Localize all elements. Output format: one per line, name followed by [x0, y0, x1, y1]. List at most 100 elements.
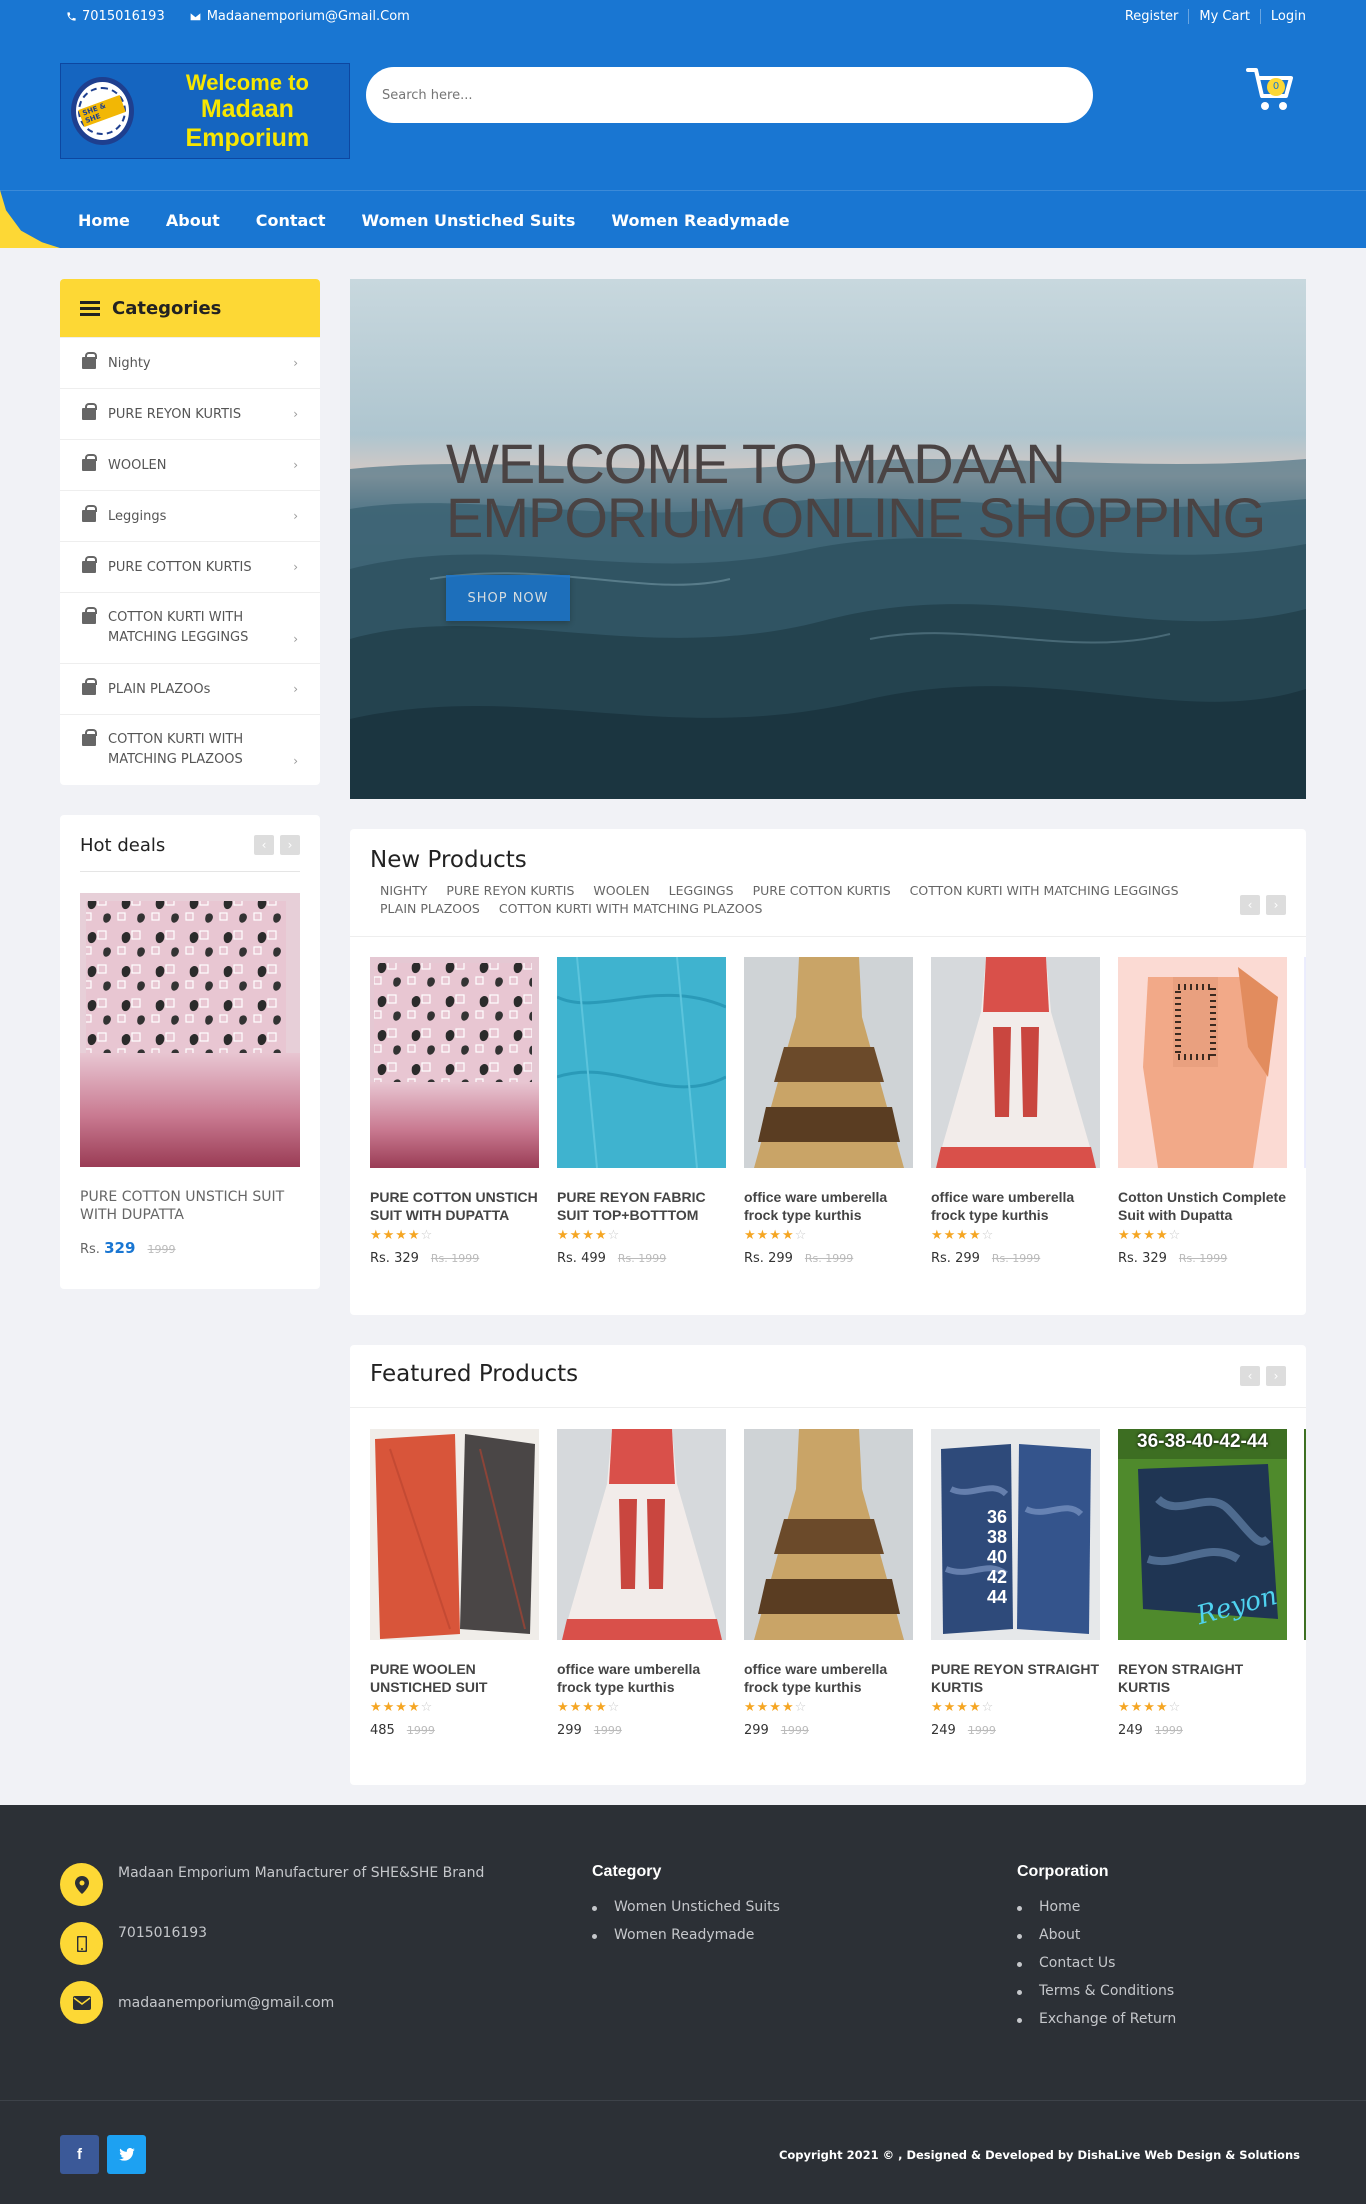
product-price: Rs. 299 Rs. 1999: [931, 1251, 1100, 1266]
tab-pure-reyon-kurtis[interactable]: PURE REYON KURTIS: [446, 882, 574, 900]
product-image[interactable]: [744, 957, 913, 1168]
product-name[interactable]: office ware umberella frock type kurthis: [557, 1660, 726, 1696]
footer-link-about[interactable]: About: [1017, 1927, 1176, 1943]
shopping-bag-icon: [82, 352, 97, 369]
next-arrow-icon[interactable]: ›: [280, 835, 300, 855]
copyright-text: Copyright 2021 © , Designed & Developed …: [778, 2148, 1300, 2162]
prev-arrow-icon[interactable]: ‹: [254, 835, 274, 855]
topbar-email-text: Madaanemporium@Gmail.Com: [206, 9, 410, 24]
prev-arrow-icon[interactable]: ‹: [1240, 895, 1260, 915]
tab-cotton-kurti-leggings[interactable]: COTTON KURTI WITH MATCHING LEGGINGS: [910, 882, 1179, 900]
twitter-icon[interactable]: [107, 2135, 146, 2174]
product-card[interactable]: Cotton Unstich Complete Suit with Dupatt…: [1118, 957, 1287, 1266]
category-item-cotton-kurti-plazoos[interactable]: COTTON KURTI WITH MATCHING PLAZOOS ›: [60, 714, 320, 785]
size-overlay-text: 36 38 40 42 44: [987, 1507, 1007, 1607]
price-value: Rs. 299: [931, 1251, 980, 1266]
tab-pure-cotton-kurtis[interactable]: PURE COTTON KURTIS: [753, 882, 891, 900]
old-price: 1999: [1154, 1724, 1183, 1737]
product-name[interactable]: REYON STRAIGHT KURTIS: [1118, 1660, 1287, 1696]
product-card[interactable]: PURE REYON FABRIC SUIT TOP+BOTTTOM ★★★★☆…: [557, 957, 726, 1266]
category-item-woolen[interactable]: WOOLEN ›: [60, 439, 320, 490]
footer-link-home[interactable]: Home: [1017, 1899, 1176, 1915]
rating-stars: ★★★★☆: [744, 1228, 808, 1243]
category-item-leggings[interactable]: Leggings ›: [60, 490, 320, 541]
register-link[interactable]: Register: [1115, 9, 1189, 24]
nav-contact[interactable]: Contact: [238, 211, 344, 230]
footer-link-terms[interactable]: Terms & Conditions: [1017, 1983, 1176, 1999]
product-card[interactable]: PURE COTTON UNSTICH SUIT WITH DUPATTA ★★…: [370, 957, 539, 1266]
facebook-icon[interactable]: f: [60, 2135, 99, 2174]
my-cart-link[interactable]: My Cart: [1188, 9, 1260, 24]
nav-women-readymade[interactable]: Women Readymade: [593, 211, 807, 230]
product-name[interactable]: PURE REYON STRAIGHT KURTIS: [931, 1660, 1100, 1696]
cart-button[interactable]: 0: [1244, 64, 1296, 116]
product-name[interactable]: Cotton Unstich Complete Suit with Dupatt…: [1118, 1188, 1287, 1224]
tab-woolen[interactable]: WOOLEN: [593, 882, 649, 900]
price-value: 485: [370, 1723, 395, 1738]
shopping-bag-icon: [82, 454, 97, 471]
tab-leggings[interactable]: LEGGINGS: [669, 882, 734, 900]
category-item-plain-plazoos[interactable]: PLAIN PLAZOOs ›: [60, 663, 320, 714]
footer-link-exchange[interactable]: Exchange of Return: [1017, 2011, 1176, 2027]
footer-phone[interactable]: 7015016193: [118, 1925, 207, 1941]
product-image[interactable]: [370, 1429, 539, 1640]
product-name[interactable]: PURE COTTON UNSTICH SUIT WITH DUPATTA: [370, 1188, 539, 1224]
nav-home[interactable]: Home: [60, 211, 148, 230]
product-image[interactable]: 36 38 40 42 44: [931, 1429, 1100, 1640]
hot-deal-name[interactable]: PURE COTTON UNSTICH SUIT WITH DUPATTA: [80, 1188, 300, 1224]
hot-deal-image[interactable]: [80, 893, 300, 1167]
product-name[interactable]: office ware umberella frock type kurthis: [744, 1660, 913, 1696]
product-card[interactable]: office ware umberella frock type kurthis…: [744, 1429, 913, 1738]
footer-link-contact-us[interactable]: Contact Us: [1017, 1955, 1176, 1971]
product-card[interactable]: office ware umberella frock type kurthis…: [931, 957, 1100, 1266]
category-label: PURE COTTON KURTIS: [108, 559, 252, 575]
product-card[interactable]: office ware umberella frock type kurthis…: [557, 1429, 726, 1738]
product-card[interactable]: PURE WOOLEN UNSTICHED SUIT ★★★★☆ 485 1999: [370, 1429, 539, 1738]
footer-email[interactable]: madaanemporium@gmail.com: [118, 1995, 334, 2011]
site-logo[interactable]: SHE & SHE Welcome to Madaan Emporium: [60, 63, 350, 159]
product-image[interactable]: [557, 1429, 726, 1640]
product-image[interactable]: [557, 957, 726, 1168]
product-name[interactable]: PURE REYON FABRIC SUIT TOP+BOTTTOM: [557, 1188, 726, 1224]
hot-deal-old-price: 1999: [147, 1243, 176, 1256]
logo-badge-text: SHE & SHE: [78, 95, 127, 127]
topbar-email[interactable]: Madaanemporium@Gmail.Com: [189, 9, 410, 24]
next-arrow-icon[interactable]: ›: [1266, 895, 1286, 915]
product-card[interactable]: 36 38 40 42 44 PURE REYON STRAIGHT KURTIS ★★…: [931, 1429, 1100, 1738]
size-38: 38: [987, 1527, 1008, 1547]
product-image[interactable]: [1118, 957, 1287, 1168]
tab-nighty[interactable]: NIGHTY: [380, 882, 427, 900]
product-image[interactable]: [370, 957, 539, 1168]
category-item-nighty[interactable]: Nighty ›: [60, 337, 320, 388]
shop-now-button[interactable]: SHOP NOW: [446, 575, 570, 621]
nav-about[interactable]: About: [148, 211, 238, 230]
product-name[interactable]: office ware umberella frock type kurthis: [931, 1188, 1100, 1224]
product-card[interactable]: 36-38-40-42-44 Reyon REYON STRAIGHT KURT…: [1118, 1429, 1287, 1738]
category-item-cotton-kurti-leggings[interactable]: COTTON KURTI WITH MATCHING LEGGINGS ›: [60, 592, 320, 663]
nav-women-unstiched-suits[interactable]: Women Unstiched Suits: [343, 211, 593, 230]
shopping-bag-icon: [82, 729, 97, 746]
category-item-pure-reyon-kurtis[interactable]: PURE REYON KURTIS ›: [60, 388, 320, 439]
product-image[interactable]: 36-38-40-42-44 Reyon: [1118, 1429, 1287, 1640]
product-image[interactable]: [931, 957, 1100, 1168]
tab-cotton-kurti-plazoos[interactable]: COTTON KURTI WITH MATCHING PLAZOOS: [499, 900, 763, 918]
footer-link-women-unstiched-suits[interactable]: Women Unstiched Suits: [592, 1899, 780, 1915]
footer-link-women-readymade[interactable]: Women Readymade: [592, 1927, 780, 1943]
product-name[interactable]: office ware umberella frock type kurthis: [744, 1188, 913, 1224]
product-card[interactable]: office ware umberella frock type kurthis…: [744, 957, 913, 1266]
shopping-bag-icon: [82, 678, 97, 695]
size-44: 44: [987, 1587, 1008, 1607]
topbar-phone[interactable]: 7015016193: [66, 9, 165, 24]
tab-plain-plazoos[interactable]: PLAIN PLAZOOS: [380, 900, 480, 918]
product-image[interactable]: [744, 1429, 913, 1640]
price-value: Rs. 499: [557, 1251, 606, 1266]
product-name[interactable]: PURE WOOLEN UNSTICHED SUIT: [370, 1660, 539, 1696]
next-arrow-icon[interactable]: ›: [1266, 1366, 1286, 1386]
search-input[interactable]: [366, 67, 1093, 123]
price-value: Rs. 329: [370, 1251, 419, 1266]
product-price: 299 1999: [557, 1723, 726, 1738]
price-value: 299: [744, 1723, 769, 1738]
login-link[interactable]: Login: [1259, 9, 1316, 24]
category-item-pure-cotton-kurtis[interactable]: PURE COTTON KURTIS ›: [60, 541, 320, 592]
prev-arrow-icon[interactable]: ‹: [1240, 1366, 1260, 1386]
